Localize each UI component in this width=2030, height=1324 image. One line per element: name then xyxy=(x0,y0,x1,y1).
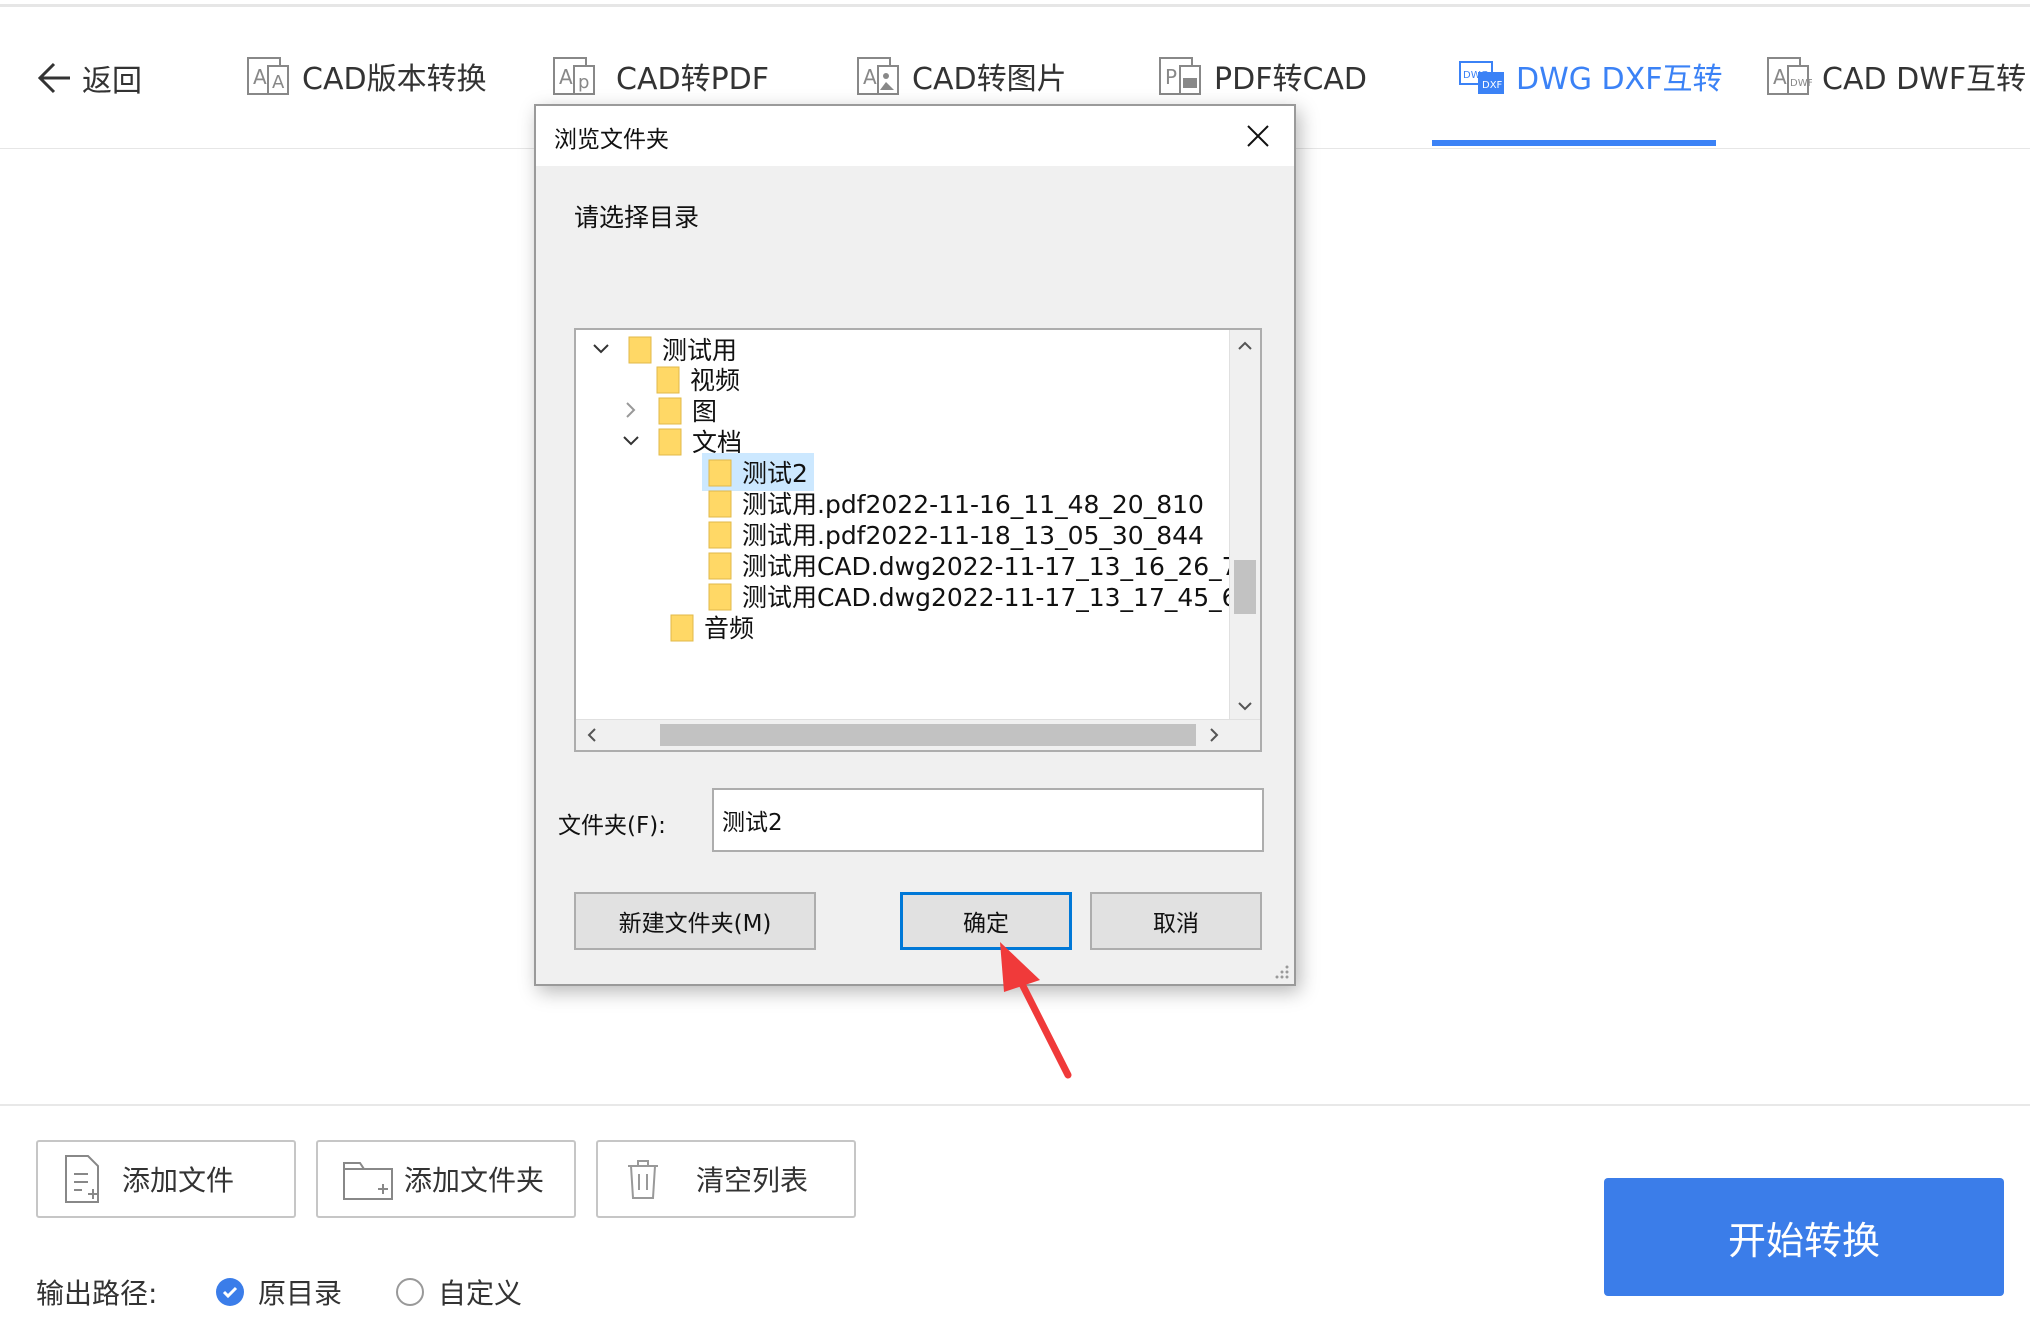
tree-item[interactable]: 音频 xyxy=(670,608,754,646)
close-icon xyxy=(1247,125,1269,147)
chevron-down-icon[interactable] xyxy=(620,430,642,452)
tab-label: CAD转PDF xyxy=(616,62,770,97)
scroll-left-icon[interactable] xyxy=(580,723,604,747)
resize-grip-icon[interactable] xyxy=(1272,962,1290,980)
tree-item-label: 音频 xyxy=(704,614,755,643)
dialog-title: 浏览文件夹 xyxy=(554,127,669,153)
folder-icon xyxy=(658,397,682,425)
horizontal-scrollbar[interactable] xyxy=(576,719,1260,750)
back-label: 返回 xyxy=(82,64,142,99)
cad-dwf-icon: A DWF xyxy=(1767,57,1812,95)
new-folder-button[interactable]: 新建文件夹(M) xyxy=(574,892,816,950)
tab-cad-to-pdf[interactable]: Ap CAD转PDF xyxy=(550,48,769,104)
output-path-label: 输出路径: xyxy=(36,1277,158,1310)
browse-folder-dialog: 浏览文件夹 请选择目录 测试用 视频 图 文档 测试2 测试用.pdf2022-… xyxy=(534,104,1296,986)
bottom-divider xyxy=(0,1104,2030,1106)
checked-radio-icon xyxy=(216,1278,244,1306)
svg-text:A: A xyxy=(559,65,573,89)
folder-icon xyxy=(658,428,682,456)
dialog-prompt: 请选择目录 xyxy=(574,203,700,232)
folder-field-label: 文件夹(F): xyxy=(558,813,666,839)
active-tab-indicator xyxy=(1432,140,1716,146)
folder-icon xyxy=(670,614,694,642)
folder-icon xyxy=(656,366,680,394)
add-file-label: 添加文件 xyxy=(122,1164,235,1197)
vertical-scrollbar[interactable] xyxy=(1229,330,1260,722)
add-folder-label: 添加文件夹 xyxy=(404,1164,545,1197)
cad-to-image-icon: A xyxy=(857,57,899,95)
horizontal-scroll-thumb[interactable] xyxy=(660,724,1196,746)
radio-original-label: 原目录 xyxy=(258,1277,343,1310)
radio-custom-dir[interactable]: 自定义 xyxy=(396,1272,522,1312)
scroll-right-icon[interactable] xyxy=(1202,723,1226,747)
tree-item-label: 测试用CAD.dwg2022-11-17_13_17_45_643 xyxy=(742,583,1262,612)
cad-to-pdf-icon: Ap xyxy=(553,57,595,95)
svg-text:p: p xyxy=(578,72,589,93)
annotation-arrow-icon xyxy=(1000,942,1072,1079)
folder-icon xyxy=(708,521,732,549)
svg-text:P: P xyxy=(1165,65,1177,89)
add-folder-icon xyxy=(343,1162,393,1200)
svg-text:DXF: DXF xyxy=(1482,80,1503,91)
close-button[interactable] xyxy=(1232,110,1284,162)
trash-icon xyxy=(628,1160,658,1199)
start-convert-button[interactable]: 开始转换 xyxy=(1604,1178,2004,1296)
tab-label: CAD版本转换 xyxy=(302,62,487,97)
clear-list-label: 清空列表 xyxy=(696,1164,809,1197)
add-file-button[interactable]: 添加文件 xyxy=(36,1140,296,1218)
dialog-titlebar: 浏览文件夹 xyxy=(536,106,1294,166)
tab-label: DWG DXF互转 xyxy=(1516,62,1723,97)
svg-text:DWF: DWF xyxy=(1790,78,1812,89)
tab-label: CAD DWF互转 xyxy=(1822,62,2027,97)
radio-original-dir[interactable]: 原目录 xyxy=(216,1272,342,1312)
chevron-down-icon[interactable] xyxy=(590,338,612,360)
tab-label: PDF转CAD xyxy=(1214,62,1368,97)
svg-text:A: A xyxy=(272,72,285,93)
chevron-right-icon[interactable] xyxy=(620,399,642,421)
vertical-scroll-thumb[interactable] xyxy=(1234,560,1256,614)
svg-text:A: A xyxy=(1773,65,1787,89)
cancel-button[interactable]: 取消 xyxy=(1090,892,1262,950)
tab-pdf-to-cad[interactable]: P PDF转CAD xyxy=(1156,48,1367,104)
back-arrow-icon xyxy=(37,62,70,94)
tab-label: CAD转图片 xyxy=(912,62,1067,97)
tab-cad-dwf[interactable]: A DWF CAD DWF互转 xyxy=(1764,48,2026,104)
radio-custom-label: 自定义 xyxy=(438,1277,523,1310)
tab-cad-version[interactable]: AA CAD版本转换 xyxy=(244,48,487,104)
add-folder-button[interactable]: 添加文件夹 xyxy=(316,1140,576,1218)
folder-name-input[interactable] xyxy=(712,788,1264,852)
folder-icon xyxy=(708,490,732,518)
folder-icon xyxy=(708,459,732,487)
dwg-dxf-icon: DWGDXF xyxy=(1459,61,1504,94)
add-file-icon xyxy=(65,1155,99,1203)
back-button[interactable]: 返回 xyxy=(34,54,142,102)
pdf-to-cad-icon: P xyxy=(1159,57,1201,95)
cad-version-icon: AA xyxy=(247,57,289,95)
folder-tree[interactable]: 测试用 视频 图 文档 测试2 测试用.pdf2022-11-16_11_48_… xyxy=(574,328,1262,752)
tab-cad-to-image[interactable]: A CAD转图片 xyxy=(854,48,1067,104)
scroll-down-icon[interactable] xyxy=(1233,694,1257,718)
svg-text:A: A xyxy=(863,65,877,89)
folder-icon xyxy=(708,583,732,611)
unchecked-radio-icon xyxy=(396,1278,424,1306)
folder-icon xyxy=(708,552,732,580)
clear-list-button[interactable]: 清空列表 xyxy=(596,1140,856,1218)
tab-dwg-dxf[interactable]: DWG DXF DWG DXF互转 xyxy=(1458,48,1722,104)
tree-item[interactable]: 测试用CAD.dwg2022-11-17_13_17_45_643 xyxy=(708,577,1262,615)
svg-text:A: A xyxy=(253,65,267,89)
folder-icon xyxy=(628,336,652,364)
scroll-up-icon[interactable] xyxy=(1233,334,1257,358)
